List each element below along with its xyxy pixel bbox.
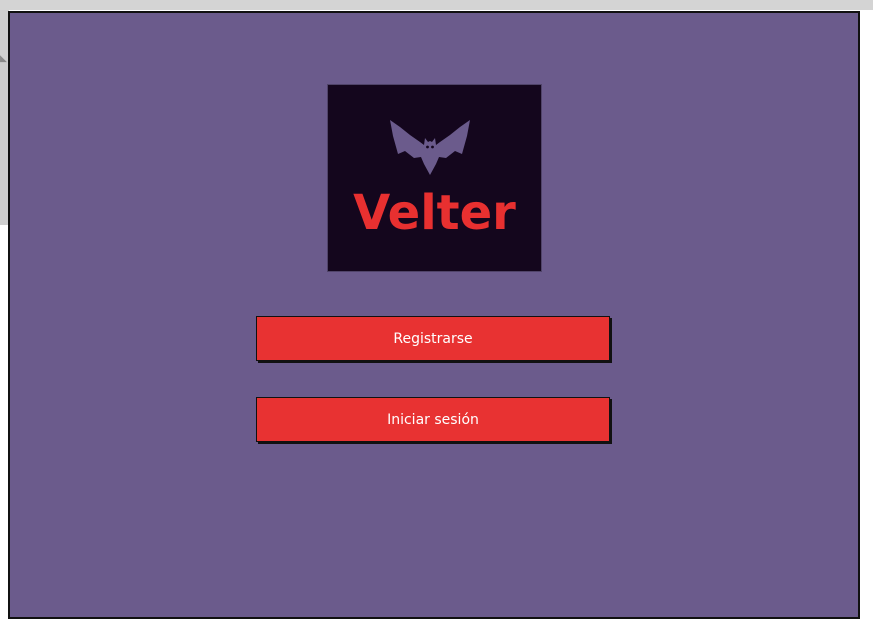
bat-icon — [390, 120, 470, 175]
app-logo: Velter — [328, 85, 541, 271]
app-window: Velter Registrarse Iniciar sesión — [8, 11, 860, 619]
register-button[interactable]: Registrarse — [256, 316, 610, 361]
resize-handle-icon: ◣ — [0, 54, 7, 64]
top-chrome-strip — [0, 0, 873, 10]
login-button[interactable]: Iniciar sesión — [256, 397, 610, 442]
logo-wordmark: Velter — [353, 185, 516, 241]
